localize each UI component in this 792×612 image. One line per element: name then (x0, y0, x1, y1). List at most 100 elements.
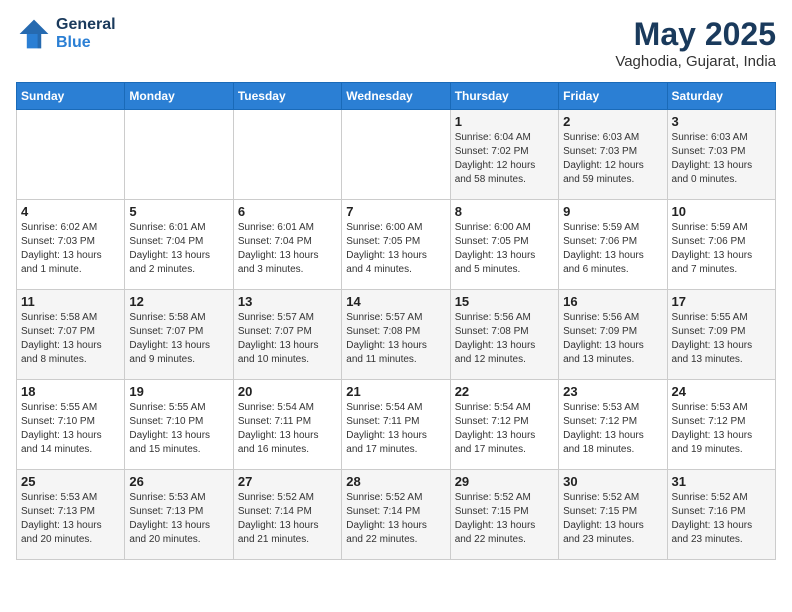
day-number: 15 (455, 294, 554, 309)
col-saturday: Saturday (667, 83, 775, 110)
calendar-cell: 18 Sunrise: 5:55 AMSunset: 7:10 PMDayligh… (17, 380, 125, 470)
day-number: 14 (346, 294, 445, 309)
calendar-cell: 10 Sunrise: 5:59 AMSunset: 7:06 PMDayligh… (667, 200, 775, 290)
logo-icon (16, 16, 52, 52)
calendar-subtitle: Vaghodia, Gujarat, India (615, 53, 776, 70)
day-number: 7 (346, 204, 445, 219)
day-detail: Sunrise: 5:57 AMSunset: 7:08 PMDaylight:… (346, 311, 445, 367)
calendar-week-1: 1Sunrise: 6:04 AMSunset: 7:02 PMDaylight… (17, 110, 776, 200)
calendar-cell: 12 Sunrise: 5:58 AMSunset: 7:07 PMDayligh… (125, 290, 233, 380)
col-friday: Friday (559, 83, 667, 110)
calendar-cell: 15 Sunrise: 5:56 AMSunset: 7:08 PMDayligh… (450, 290, 558, 380)
day-detail: Sunrise: 5:56 AMSunset: 7:09 PMDaylight:… (563, 311, 662, 367)
calendar-week-5: 25 Sunrise: 5:53 AMSunset: 7:13 PMDayligh… (17, 470, 776, 560)
day-number: 18 (21, 384, 120, 399)
day-detail: Sunrise: 5:54 AMSunset: 7:11 PMDaylight:… (238, 401, 337, 457)
calendar-cell (233, 110, 341, 200)
day-number: 17 (672, 294, 771, 309)
calendar-cell: 22Sunrise: 5:54 AMSunset: 7:12 PMDayligh… (450, 380, 558, 470)
day-detail: Sunrise: 5:55 AMSunset: 7:09 PMDaylight:… (672, 311, 771, 367)
calendar-cell: 27 Sunrise: 5:52 AMSunset: 7:14 PMDayligh… (233, 470, 341, 560)
day-detail: Sunrise: 6:01 AMSunset: 7:04 PMDaylight:… (129, 221, 228, 277)
day-detail: Sunrise: 6:00 AMSunset: 7:05 PMDaylight:… (455, 221, 554, 277)
day-number: 13 (238, 294, 337, 309)
day-number: 20 (238, 384, 337, 399)
day-number: 12 (129, 294, 228, 309)
day-number: 31 (672, 474, 771, 489)
day-number: 21 (346, 384, 445, 399)
calendar-cell (17, 110, 125, 200)
logo: General Blue (16, 16, 116, 52)
day-detail: Sunrise: 5:52 AMSunset: 7:14 PMDaylight:… (346, 491, 445, 547)
page-header: General Blue May 2025 Vaghodia, Gujarat,… (16, 16, 776, 70)
calendar-cell: 9Sunrise: 5:59 AMSunset: 7:06 PMDaylight… (559, 200, 667, 290)
day-detail: Sunrise: 5:52 AMSunset: 7:15 PMDaylight:… (455, 491, 554, 547)
day-detail: Sunrise: 5:59 AMSunset: 7:06 PMDaylight:… (672, 221, 771, 277)
calendar-cell: 1Sunrise: 6:04 AMSunset: 7:02 PMDaylight… (450, 110, 558, 200)
calendar-week-2: 4 Sunrise: 6:02 AMSunset: 7:03 PMDaylight… (17, 200, 776, 290)
calendar-week-4: 18 Sunrise: 5:55 AMSunset: 7:10 PMDayligh… (17, 380, 776, 470)
day-detail: Sunrise: 6:03 AMSunset: 7:03 PMDaylight:… (672, 131, 771, 187)
calendar-cell: 21 Sunrise: 5:54 AMSunset: 7:11 PMDayligh… (342, 380, 450, 470)
calendar-cell: 28 Sunrise: 5:52 AMSunset: 7:14 PMDayligh… (342, 470, 450, 560)
day-detail: Sunrise: 5:52 AMSunset: 7:16 PMDaylight:… (672, 491, 771, 547)
day-number: 22 (455, 384, 554, 399)
calendar-cell: 5 Sunrise: 6:01 AMSunset: 7:04 PMDaylight… (125, 200, 233, 290)
logo-text: General Blue (56, 16, 116, 52)
calendar-cell: 30Sunrise: 5:52 AMSunset: 7:15 PMDayligh… (559, 470, 667, 560)
day-number: 4 (21, 204, 120, 219)
day-number: 29 (455, 474, 554, 489)
calendar-cell: 26Sunrise: 5:53 AMSunset: 7:13 PMDayligh… (125, 470, 233, 560)
day-number: 3 (672, 114, 771, 129)
day-number: 2 (563, 114, 662, 129)
calendar-cell (342, 110, 450, 200)
day-detail: Sunrise: 6:00 AMSunset: 7:05 PMDaylight:… (346, 221, 445, 277)
calendar-cell: 13 Sunrise: 5:57 AMSunset: 7:07 PMDayligh… (233, 290, 341, 380)
day-number: 5 (129, 204, 228, 219)
calendar-week-3: 11Sunrise: 5:58 AMSunset: 7:07 PMDayligh… (17, 290, 776, 380)
calendar-cell: 25 Sunrise: 5:53 AMSunset: 7:13 PMDayligh… (17, 470, 125, 560)
col-thursday: Thursday (450, 83, 558, 110)
calendar-cell: 17 Sunrise: 5:55 AMSunset: 7:09 PMDayligh… (667, 290, 775, 380)
calendar-cell: 7 Sunrise: 6:00 AMSunset: 7:05 PMDaylight… (342, 200, 450, 290)
day-number: 30 (563, 474, 662, 489)
calendar-cell: 16 Sunrise: 5:56 AMSunset: 7:09 PMDayligh… (559, 290, 667, 380)
day-detail: Sunrise: 6:02 AMSunset: 7:03 PMDaylight:… (21, 221, 120, 277)
calendar-cell: 19Sunrise: 5:55 AMSunset: 7:10 PMDayligh… (125, 380, 233, 470)
day-number: 28 (346, 474, 445, 489)
day-number: 1 (455, 114, 554, 129)
day-number: 23 (563, 384, 662, 399)
calendar-cell: 20 Sunrise: 5:54 AMSunset: 7:11 PMDayligh… (233, 380, 341, 470)
day-number: 25 (21, 474, 120, 489)
day-detail: Sunrise: 6:01 AMSunset: 7:04 PMDaylight:… (238, 221, 337, 277)
day-detail: Sunrise: 5:53 AMSunset: 7:13 PMDaylight:… (21, 491, 120, 547)
calendar-cell: 2Sunrise: 6:03 AMSunset: 7:03 PMDaylight… (559, 110, 667, 200)
day-number: 9 (563, 204, 662, 219)
day-detail: Sunrise: 5:57 AMSunset: 7:07 PMDaylight:… (238, 311, 337, 367)
day-detail: Sunrise: 5:55 AMSunset: 7:10 PMDaylight:… (21, 401, 120, 457)
calendar-cell: 3 Sunrise: 6:03 AMSunset: 7:03 PMDaylight… (667, 110, 775, 200)
calendar-cell: 24 Sunrise: 5:53 AMSunset: 7:12 PMDayligh… (667, 380, 775, 470)
calendar-cell (125, 110, 233, 200)
day-detail: Sunrise: 5:58 AMSunset: 7:07 PMDaylight:… (129, 311, 228, 367)
day-detail: Sunrise: 5:55 AMSunset: 7:10 PMDaylight:… (129, 401, 228, 457)
day-detail: Sunrise: 5:58 AMSunset: 7:07 PMDaylight:… (21, 311, 120, 367)
day-detail: Sunrise: 5:53 AMSunset: 7:12 PMDaylight:… (672, 401, 771, 457)
col-wednesday: Wednesday (342, 83, 450, 110)
calendar-title: May 2025 (615, 16, 776, 53)
day-number: 10 (672, 204, 771, 219)
col-tuesday: Tuesday (233, 83, 341, 110)
day-number: 27 (238, 474, 337, 489)
calendar-cell: 14 Sunrise: 5:57 AMSunset: 7:08 PMDayligh… (342, 290, 450, 380)
day-number: 16 (563, 294, 662, 309)
day-detail: Sunrise: 5:54 AMSunset: 7:11 PMDaylight:… (346, 401, 445, 457)
day-number: 24 (672, 384, 771, 399)
col-sunday: Sunday (17, 83, 125, 110)
day-detail: Sunrise: 5:53 AMSunset: 7:13 PMDaylight:… (129, 491, 228, 547)
day-detail: Sunrise: 5:52 AMSunset: 7:14 PMDaylight:… (238, 491, 337, 547)
col-monday: Monday (125, 83, 233, 110)
day-number: 6 (238, 204, 337, 219)
calendar-table: Sunday Monday Tuesday Wednesday Thursday… (16, 82, 776, 560)
title-area: May 2025 Vaghodia, Gujarat, India (615, 16, 776, 70)
day-detail: Sunrise: 5:56 AMSunset: 7:08 PMDaylight:… (455, 311, 554, 367)
